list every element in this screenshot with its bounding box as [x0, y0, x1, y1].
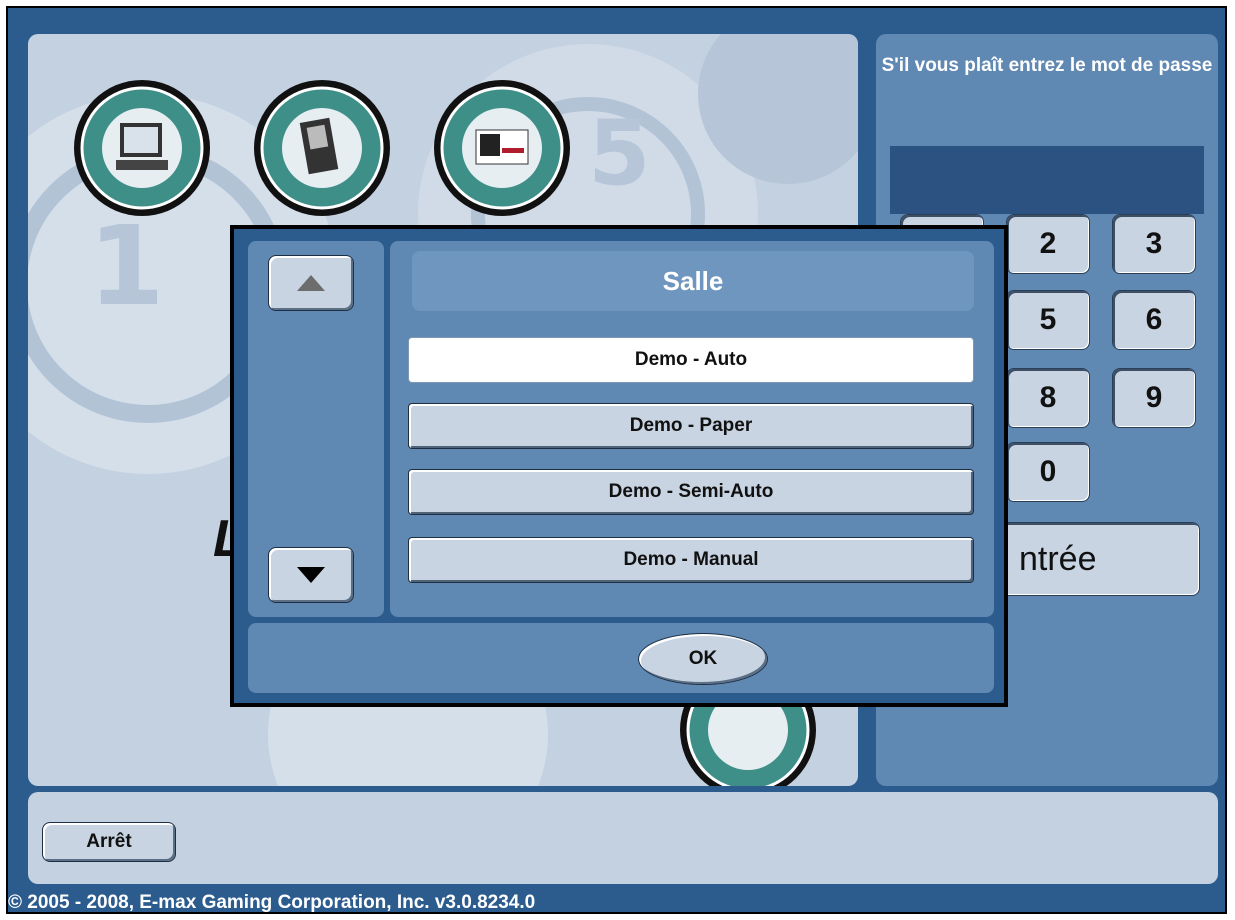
dialog-title: Salle: [412, 251, 974, 311]
hall-select-dialog: Salle Demo - Auto Demo - Paper Demo - Se…: [230, 225, 1008, 707]
password-field[interactable]: [890, 146, 1204, 214]
svg-text:1: 1: [88, 202, 165, 330]
key-8[interactable]: 8: [1006, 368, 1090, 428]
stop-button[interactable]: Arrêt: [42, 822, 176, 862]
ok-button[interactable]: OK: [638, 633, 768, 685]
copyright-text: © 2005 - 2008, E-max Gaming Corporation,…: [8, 892, 536, 913]
player-tracking-badge-icon[interactable]: [432, 78, 572, 218]
key-6[interactable]: 6: [1112, 290, 1196, 350]
scroll-controls: [248, 241, 384, 617]
arrow-up-icon: [297, 275, 325, 291]
key-5[interactable]: 5: [1006, 290, 1090, 350]
server-badge-icon[interactable]: [72, 78, 212, 218]
key-9[interactable]: 9: [1112, 368, 1196, 428]
arrow-down-icon: [297, 567, 325, 583]
list-item[interactable]: Demo - Manual: [408, 537, 974, 583]
key-3[interactable]: 3: [1112, 214, 1196, 274]
svg-text:5: 5: [588, 101, 651, 206]
dialog-footer: OK: [248, 623, 994, 693]
password-prompt: S'il vous plaît entrez le mot de passe: [881, 55, 1213, 76]
hall-list-panel: Salle Demo - Auto Demo - Paper Demo - Se…: [390, 241, 994, 617]
game-downloader-badge-icon[interactable]: [252, 78, 392, 218]
key-0[interactable]: 0: [1006, 442, 1090, 502]
list-item[interactable]: Demo - Semi-Auto: [408, 469, 974, 515]
list-item[interactable]: Demo - Paper: [408, 403, 974, 449]
scroll-up-button[interactable]: [268, 255, 354, 311]
list-item[interactable]: Demo - Auto: [408, 337, 974, 383]
scroll-down-button[interactable]: [268, 547, 354, 603]
key-2[interactable]: 2: [1006, 214, 1090, 274]
bottom-bar: Arrêt: [28, 792, 1218, 884]
